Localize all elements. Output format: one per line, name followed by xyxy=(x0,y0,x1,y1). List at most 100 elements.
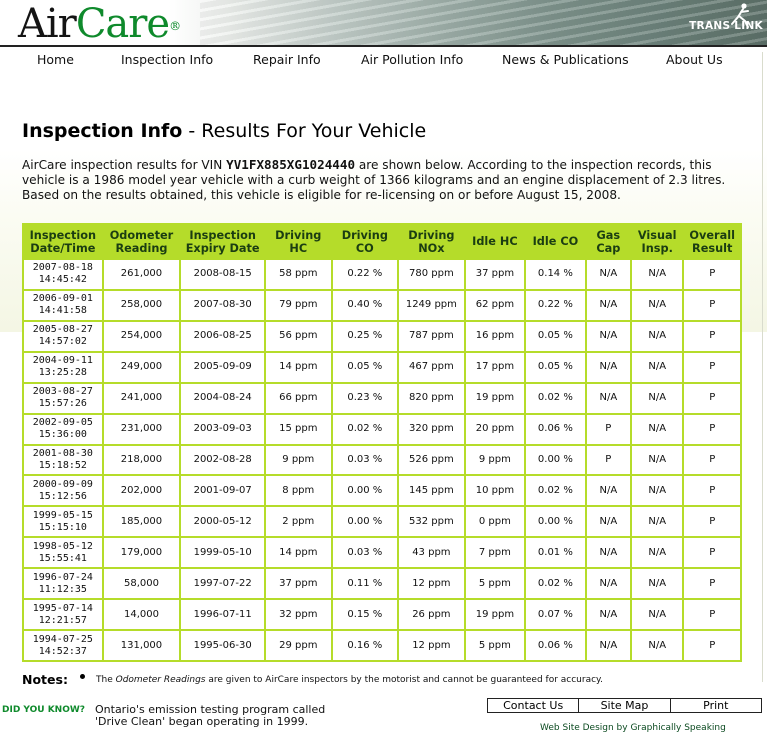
design-credit-link[interactable]: Web Site Design by Graphically Speaking xyxy=(540,723,726,733)
table-row: 2003-08-27 15:57:26 241,000 2004-08-24 66 pp… xyxy=(24,383,740,413)
cell-driving-hc: 8 ppm xyxy=(266,476,331,506)
logo-air-text: Air xyxy=(18,1,77,46)
notes-text-before: The xyxy=(96,675,116,685)
cell-driving-hc: 9 ppm xyxy=(266,445,331,475)
logo-care-text: Care xyxy=(75,1,170,46)
nav-air-pollution-info[interactable]: Air Pollution Info xyxy=(361,52,463,67)
inspection-date: 2000-09-09 xyxy=(32,478,93,490)
cell-idle-hc: 62 ppm xyxy=(465,290,525,320)
cell-inspection-date: 2004-09-11 13:25:28 xyxy=(24,352,102,382)
inspection-time: 15:57:26 xyxy=(38,398,87,410)
cell-odometer: 241,000 xyxy=(103,383,180,413)
cell-idle-co: 0.14 % xyxy=(526,260,585,289)
nav-repair-info[interactable]: Repair Info xyxy=(253,52,321,67)
cell-odometer: 254,000 xyxy=(103,321,180,351)
table-row: 2001-08-30 15:18:52 218,000 2002-08-28 9 ppm… xyxy=(24,445,740,475)
nav-inspection-info[interactable]: Inspection Info xyxy=(121,52,213,67)
cell-driving-nox: 820 ppm xyxy=(399,383,464,413)
cell-overall-result: P xyxy=(684,352,740,382)
col-header-idle-hc: Idle HC xyxy=(465,225,525,258)
header-divider xyxy=(0,45,767,47)
inspection-time: 14:52:37 xyxy=(38,645,87,657)
inspection-date: 2002-09-05 xyxy=(32,417,93,429)
cell-driving-hc: 56 ppm xyxy=(266,321,331,351)
cell-driving-hc: 15 ppm xyxy=(266,414,331,444)
cell-idle-co: 0.01 % xyxy=(526,538,585,568)
cell-driving-co: 0.40 % xyxy=(332,290,398,320)
table-row: 1999-05-15 15:15:10 185,000 2000-05-12 2 ppm… xyxy=(24,507,740,537)
table-header-row: Inspection Date/Time Odometer Reading In… xyxy=(24,225,740,258)
inspection-results-table: Inspection Date/Time Odometer Reading In… xyxy=(22,223,742,662)
site-map-link[interactable]: Site Map xyxy=(579,699,671,712)
nav-about-us[interactable]: About Us xyxy=(666,52,723,67)
cell-expiry-date: 2004-08-24 xyxy=(181,383,264,413)
inspection-time: 14:57:02 xyxy=(38,336,87,348)
cell-driving-nox: 526 ppm xyxy=(399,445,464,475)
cell-overall-result: P xyxy=(684,383,740,413)
cell-driving-hc: 58 ppm xyxy=(266,260,331,289)
inspection-time: 15:18:52 xyxy=(38,459,87,471)
cell-inspection-date: 1998-05-12 15:55:41 xyxy=(24,538,102,568)
cell-idle-hc: 5 ppm xyxy=(465,569,525,599)
page-title: Inspection Info - Results For Your Vehic… xyxy=(22,120,426,142)
cell-inspection-date: 1996-07-24 11:12:35 xyxy=(24,569,102,599)
cell-gas-cap: N/A xyxy=(586,260,630,289)
cell-driving-hc: 32 ppm xyxy=(266,600,331,630)
nav-news-publications[interactable]: News & Publications xyxy=(502,52,629,67)
cell-odometer: 14,000 xyxy=(103,600,180,630)
table-row: 1994-07-25 14:52:37 131,000 1995-06-30 29 pp… xyxy=(24,631,740,660)
cell-idle-co: 0.00 % xyxy=(526,507,585,537)
table-row: 2004-09-11 13:25:28 249,000 2005-09-09 14 pp… xyxy=(24,352,740,382)
cell-overall-result: P xyxy=(684,600,740,630)
nav-home[interactable]: Home xyxy=(37,52,74,67)
print-link[interactable]: Print xyxy=(671,699,761,712)
cell-driving-co: 0.22 % xyxy=(332,260,398,289)
cell-odometer: 185,000 xyxy=(103,507,180,537)
aircare-logo[interactable]: AirCare® xyxy=(18,1,181,46)
cell-driving-co: 0.16 % xyxy=(332,631,398,660)
vin-number: YV1FX885XG1024440 xyxy=(226,157,356,172)
cell-visual-inspection: N/A xyxy=(632,569,683,599)
cell-overall-result: P xyxy=(684,507,740,537)
cell-driving-co: 0.15 % xyxy=(332,600,398,630)
cell-expiry-date: 1999-05-10 xyxy=(181,538,264,568)
cell-visual-inspection: N/A xyxy=(632,600,683,630)
col-header-inspection-date: Inspection Date/Time xyxy=(24,225,102,258)
cell-expiry-date: 1995-06-30 xyxy=(181,631,264,660)
cell-expiry-date: 2000-05-12 xyxy=(181,507,264,537)
col-header-gas-cap: Gas Cap xyxy=(586,225,630,258)
cell-overall-result: P xyxy=(684,321,740,351)
cell-expiry-date: 1997-07-22 xyxy=(181,569,264,599)
table-row: 2007-08-18 14:45:42 261,000 2008-08-15 58 pp… xyxy=(24,260,740,289)
table-row: 1998-05-12 15:55:41 179,000 1999-05-10 14 pp… xyxy=(24,538,740,568)
cell-visual-inspection: N/A xyxy=(632,476,683,506)
cell-idle-co: 0.02 % xyxy=(526,383,585,413)
cell-gas-cap: N/A xyxy=(586,290,630,320)
table-row: 2005-08-27 14:57:02 254,000 2006-08-25 56 pp… xyxy=(24,321,740,351)
cell-driving-co: 0.03 % xyxy=(332,538,398,568)
cell-visual-inspection: N/A xyxy=(632,383,683,413)
contact-us-link[interactable]: Contact Us xyxy=(488,699,580,712)
cell-overall-result: P xyxy=(684,631,740,660)
table-row: 2000-09-09 15:12:56 202,000 2001-09-07 8 ppm… xyxy=(24,476,740,506)
did-you-know-label: DID YOU KNOW? xyxy=(2,705,86,715)
cell-inspection-date: 1994-07-25 14:52:37 xyxy=(24,631,102,660)
cell-visual-inspection: N/A xyxy=(632,538,683,568)
cell-idle-co: 0.00 % xyxy=(526,445,585,475)
cell-driving-hc: 37 ppm xyxy=(266,569,331,599)
page-title-section: Inspection Info xyxy=(22,120,183,142)
translink-logo[interactable]: TRANS LINK xyxy=(673,3,763,40)
cell-driving-nox: 787 ppm xyxy=(399,321,464,351)
inspection-date: 2007-08-18 xyxy=(32,262,93,274)
cell-idle-hc: 7 ppm xyxy=(465,538,525,568)
cell-visual-inspection: N/A xyxy=(632,321,683,351)
col-header-idle-co: Idle CO xyxy=(526,225,585,258)
notes-text-after: are given to AirCare inspectors by the m… xyxy=(205,675,603,685)
inspection-time: 11:12:35 xyxy=(38,583,87,595)
col-header-driving-co: Driving CO xyxy=(332,225,398,258)
translink-text: TRANS LINK xyxy=(689,20,763,32)
cell-gas-cap: P xyxy=(586,445,630,475)
cell-driving-nox: 780 ppm xyxy=(399,260,464,289)
notes-bullet-icon xyxy=(80,674,85,679)
footer-links: Contact Us Site Map Print xyxy=(487,698,762,713)
